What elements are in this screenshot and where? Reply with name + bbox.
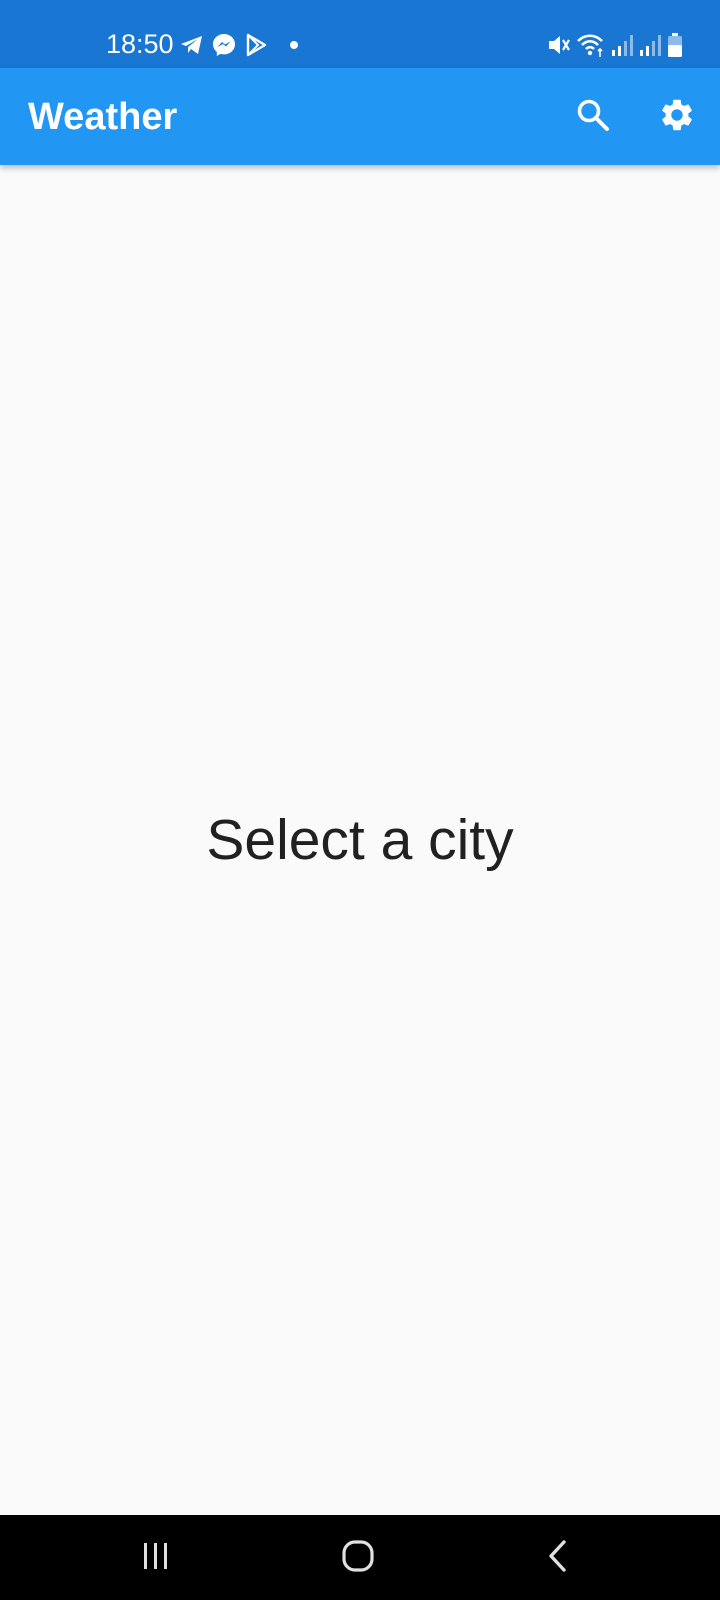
status-notification-icons: [179, 31, 299, 59]
back-button[interactable]: [530, 1533, 586, 1583]
mute-icon: [546, 32, 572, 58]
status-system-icons: [546, 31, 684, 59]
empty-state-message: Select a city: [206, 808, 514, 872]
battery-icon: [666, 32, 684, 58]
recents-icon[interactable]: [139, 1540, 173, 1577]
signal-icon: [610, 33, 634, 57]
settings-button[interactable]: [652, 92, 702, 142]
recents-button[interactable]: [128, 1533, 184, 1583]
status-time: 18:50: [106, 29, 174, 59]
signal-icon: [638, 33, 662, 57]
messenger-icon: [211, 32, 237, 58]
notification-dot-icon: [289, 40, 299, 50]
app-bar: Weather: [0, 68, 720, 165]
weather-app-screen: 18:50 Weather Select a city: [0, 0, 720, 1600]
play-store-icon: [243, 32, 269, 58]
wifi-icon: [576, 32, 606, 58]
home-button[interactable]: [330, 1533, 386, 1583]
status-bar: 18:50: [0, 0, 720, 68]
home-icon[interactable]: [340, 1538, 376, 1579]
main-content: Select a city: [0, 165, 720, 1515]
search-icon[interactable]: [575, 97, 611, 138]
search-button[interactable]: [568, 92, 618, 142]
page-title: Weather: [28, 96, 178, 138]
back-icon[interactable]: [543, 1538, 573, 1579]
telegram-icon: [179, 33, 205, 57]
navigation-bar: [0, 1515, 720, 1600]
gear-icon[interactable]: [658, 96, 696, 139]
